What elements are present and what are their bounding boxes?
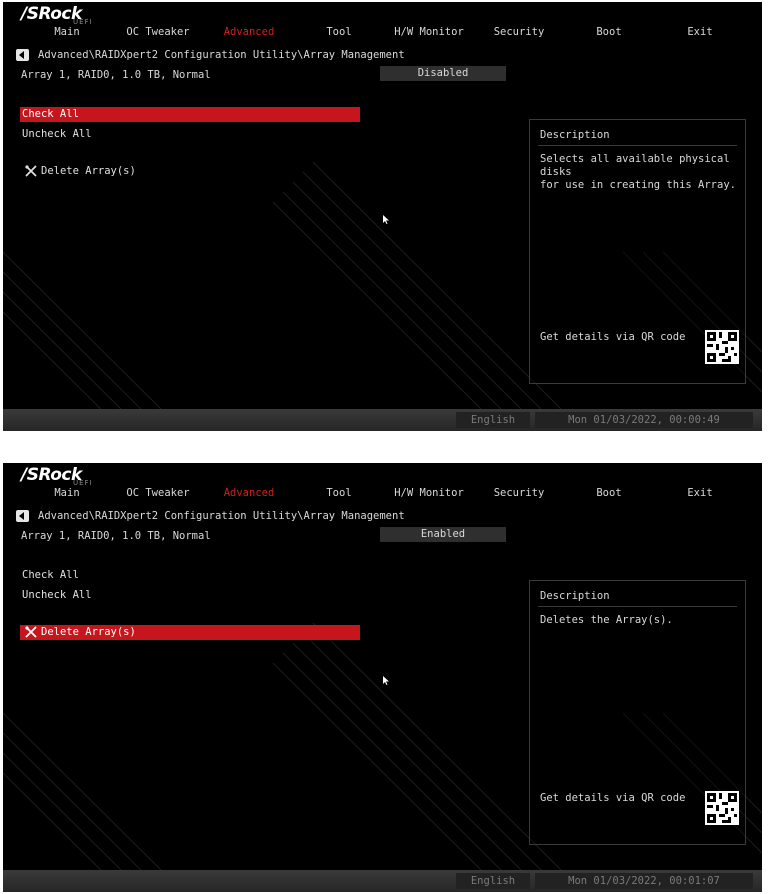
array-status-selector[interactable]: Disabled — [380, 66, 506, 81]
status-bar: English Mon 01/03/2022, 00:00:49 — [3, 409, 762, 431]
language-selector[interactable]: English — [456, 412, 530, 428]
top-menu: Main OC Tweaker Advanced Tool H/W Monito… — [3, 26, 762, 40]
divider — [538, 606, 737, 607]
menu-hw-monitor[interactable]: H/W Monitor — [394, 487, 464, 499]
qr-label: Get details via QR code — [540, 331, 686, 343]
qr-label: Get details via QR code — [540, 792, 686, 804]
option-uncheck-all[interactable]: Uncheck All — [20, 588, 360, 603]
menu-security[interactable]: Security — [494, 487, 545, 499]
description-title: Description — [540, 590, 610, 602]
menu-main[interactable]: Main — [54, 487, 79, 499]
menu-tool[interactable]: Tool — [326, 487, 351, 499]
breadcrumb-path: Advanced\RAIDXpert2 Configuration Utilit… — [38, 510, 405, 522]
menu-boot[interactable]: Boot — [596, 487, 621, 499]
wrench-screwdriver-icon — [25, 626, 37, 638]
menu-oc-tweaker[interactable]: OC Tweaker — [126, 487, 189, 499]
description-text: Deletes the Array(s). — [540, 614, 673, 626]
uefi-label: UEFI — [73, 18, 93, 26]
menu-advanced[interactable]: Advanced — [224, 487, 275, 499]
uefi-label: UEFI — [73, 479, 93, 487]
description-panel: Description Deletes the Array(s). Get de… — [529, 580, 746, 845]
option-label: Delete Array(s) — [41, 165, 136, 177]
divider — [538, 145, 737, 146]
menu-exit[interactable]: Exit — [687, 487, 712, 499]
menu-tool[interactable]: Tool — [326, 26, 351, 38]
description-text: Selects all available physical disks for… — [540, 153, 736, 191]
breadcrumb: Advanced\RAIDXpert2 Configuration Utilit… — [16, 510, 405, 524]
menu-hw-monitor[interactable]: H/W Monitor — [394, 26, 464, 38]
language-selector[interactable]: English — [456, 873, 530, 889]
option-label: Check All — [22, 108, 79, 120]
description-panel: Description Selects all available physic… — [529, 119, 746, 384]
menu-boot[interactable]: Boot — [596, 26, 621, 38]
wrench-screwdriver-icon — [25, 165, 37, 177]
back-arrow-icon[interactable] — [16, 510, 29, 522]
datetime-display: Mon 01/03/2022, 00:01:07 — [535, 873, 753, 889]
menu-security[interactable]: Security — [494, 26, 545, 38]
datetime-display: Mon 01/03/2022, 00:00:49 — [535, 412, 753, 428]
mouse-pointer-icon — [383, 215, 389, 224]
array-label: Array 1, RAID0, 1.0 TB, Normal — [21, 69, 211, 81]
option-check-all[interactable]: Check All — [20, 568, 360, 583]
menu-exit[interactable]: Exit — [687, 26, 712, 38]
back-arrow-icon[interactable] — [16, 49, 29, 61]
option-label: Uncheck All — [22, 128, 92, 140]
option-label: Uncheck All — [22, 589, 92, 601]
bios-screen-1: /SRock UEFI Main OC Tweaker Advanced Too… — [3, 2, 762, 431]
bios-screen-2: /SRock UEFI Main OC Tweaker Advanced Too… — [3, 463, 762, 892]
mouse-pointer-icon — [383, 676, 389, 685]
option-check-all[interactable]: Check All — [20, 107, 360, 122]
option-delete-arrays[interactable]: Delete Array(s) — [20, 625, 360, 640]
option-label: Check All — [22, 569, 79, 581]
qr-code-icon[interactable] — [705, 330, 739, 364]
description-title: Description — [540, 129, 610, 141]
breadcrumb-path: Advanced\RAIDXpert2 Configuration Utilit… — [38, 49, 405, 61]
status-bar: English Mon 01/03/2022, 00:01:07 — [3, 870, 762, 892]
qr-code-icon[interactable] — [705, 791, 739, 825]
array-status-selector[interactable]: Enabled — [380, 527, 506, 542]
option-uncheck-all[interactable]: Uncheck All — [20, 127, 360, 142]
menu-oc-tweaker[interactable]: OC Tweaker — [126, 26, 189, 38]
menu-main[interactable]: Main — [54, 26, 79, 38]
menu-advanced[interactable]: Advanced — [224, 26, 275, 38]
array-label: Array 1, RAID0, 1.0 TB, Normal — [21, 530, 211, 542]
top-menu: Main OC Tweaker Advanced Tool H/W Monito… — [3, 487, 762, 501]
option-label: Delete Array(s) — [41, 626, 136, 638]
option-delete-arrays[interactable]: Delete Array(s) — [20, 164, 360, 179]
breadcrumb: Advanced\RAIDXpert2 Configuration Utilit… — [16, 49, 405, 63]
